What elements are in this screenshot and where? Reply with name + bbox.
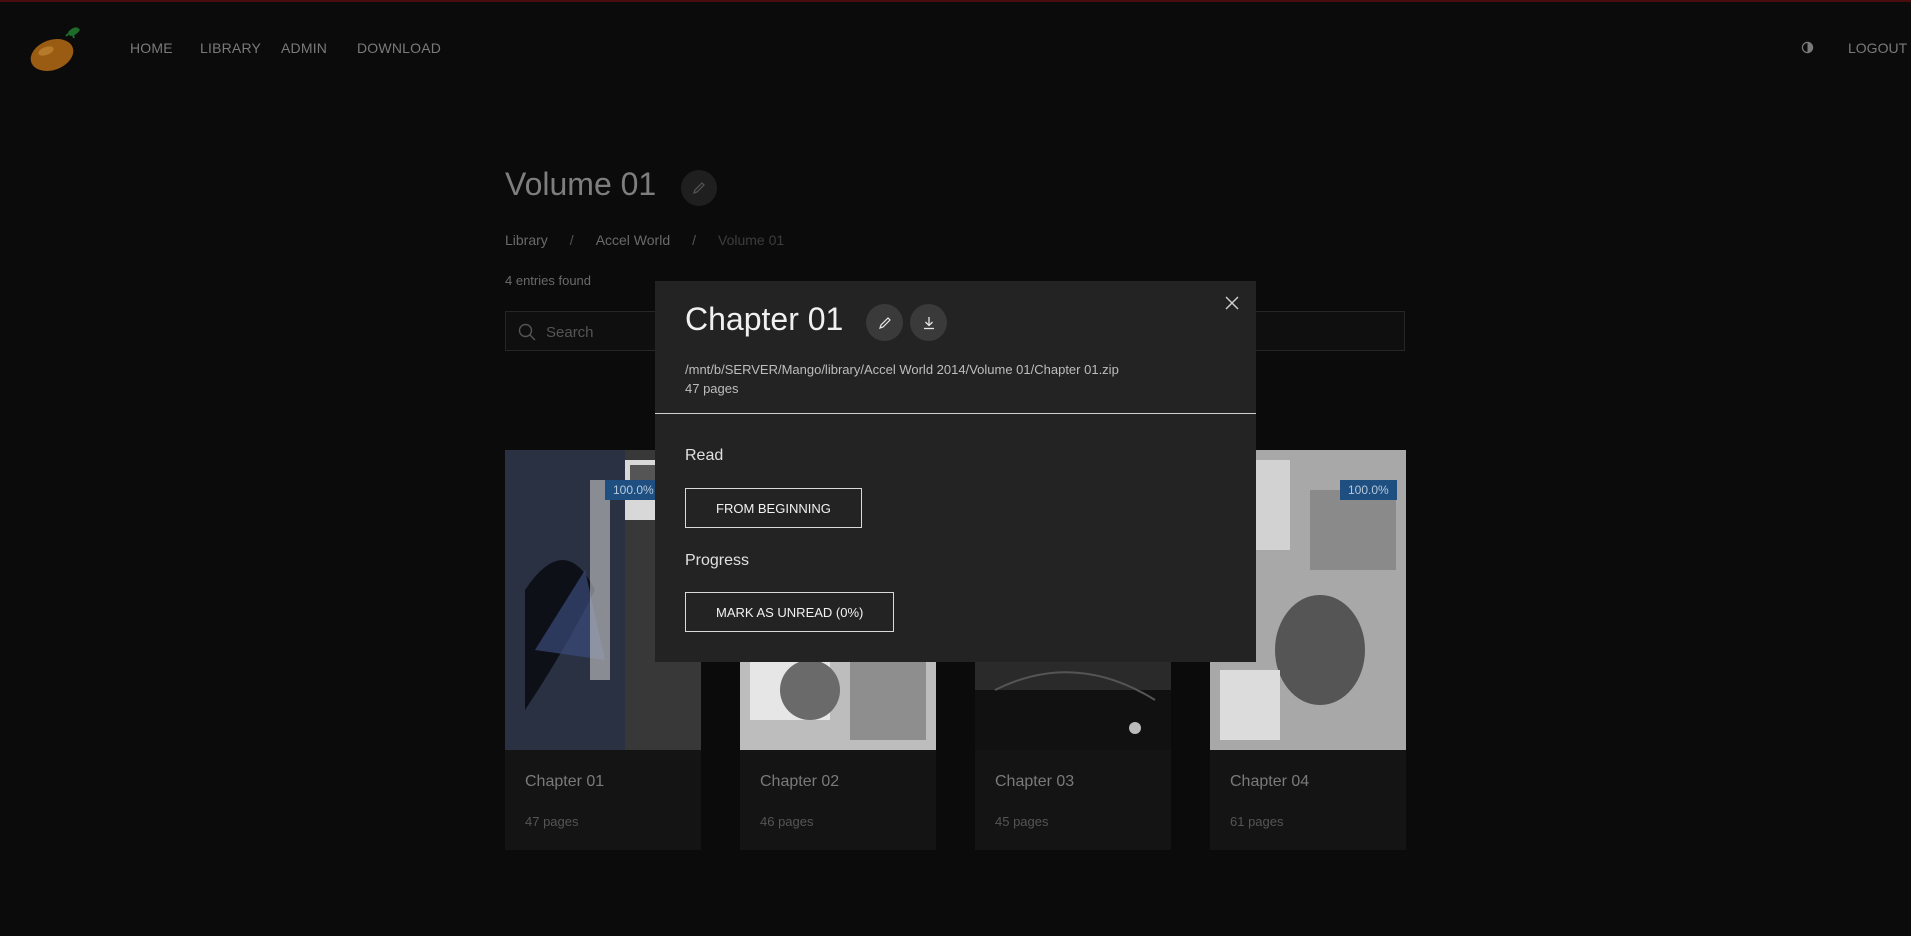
read-label: Read [685, 447, 724, 464]
download-icon [923, 316, 934, 329]
card-title: Chapter 03 [995, 773, 1075, 790]
from-beginning-button[interactable]: FROM BEGINNING [685, 488, 862, 528]
breadcrumb-separator: / [569, 232, 574, 248]
card-pages: 47 pages [525, 814, 579, 829]
modal-title: Chapter 01 [685, 301, 844, 337]
divider [655, 413, 1256, 414]
nav-download[interactable]: DOWNLOAD [357, 40, 441, 56]
page: HOME LIBRARY ADMIN DOWNLOAD LOGOUT Volum… [0, 0, 1911, 936]
page-count: 47 pages [685, 381, 739, 396]
search-icon [518, 323, 536, 341]
breadcrumb-library[interactable]: Library [505, 232, 548, 248]
mango-logo-icon[interactable] [26, 24, 84, 74]
card-title: Chapter 01 [525, 773, 605, 790]
search-placeholder: Search [546, 324, 594, 341]
progress-badge: 100.0% [1340, 480, 1397, 500]
mark-as-unread-button[interactable]: MARK AS UNREAD (0%) [685, 592, 895, 632]
pencil-icon [878, 316, 891, 329]
card-title: Chapter 04 [1230, 773, 1310, 790]
breadcrumb-separator: / [692, 232, 697, 248]
nav-admin[interactable]: ADMIN [281, 40, 327, 56]
edit-title-button[interactable] [681, 170, 717, 206]
edit-chapter-button[interactable] [866, 304, 903, 341]
download-chapter-button[interactable] [910, 304, 947, 341]
card-pages: 45 pages [995, 814, 1049, 829]
nav-home[interactable]: HOME [130, 40, 173, 56]
breadcrumb-current: Volume 01 [718, 232, 785, 248]
file-path: /mnt/b/SERVER/Mango/library/Accel World … [685, 362, 1119, 377]
card-pages: 46 pages [760, 814, 814, 829]
breadcrumb: Library / Accel World / Volume 01 [505, 232, 784, 248]
nav-library[interactable]: LIBRARY [200, 40, 261, 56]
card-pages: 61 pages [1230, 814, 1284, 829]
logout-link[interactable]: LOGOUT [1848, 40, 1907, 56]
card-title: Chapter 02 [760, 773, 840, 790]
pencil-icon [693, 182, 705, 194]
breadcrumb-title[interactable]: Accel World [596, 232, 670, 248]
page-title: Volume 01 [505, 166, 657, 202]
progress-label: Progress [685, 552, 750, 569]
close-icon[interactable] [1222, 293, 1242, 313]
contrast-icon[interactable] [1801, 41, 1814, 54]
chapter-modal: Chapter 01 /mnt/b/SERVER/Mango/library/A… [655, 281, 1256, 662]
entries-count: 4 entries found [505, 273, 592, 288]
progress-badge: 100.0% [605, 480, 662, 500]
navbar: HOME LIBRARY ADMIN DOWNLOAD LOGOUT [0, 2, 1911, 94]
